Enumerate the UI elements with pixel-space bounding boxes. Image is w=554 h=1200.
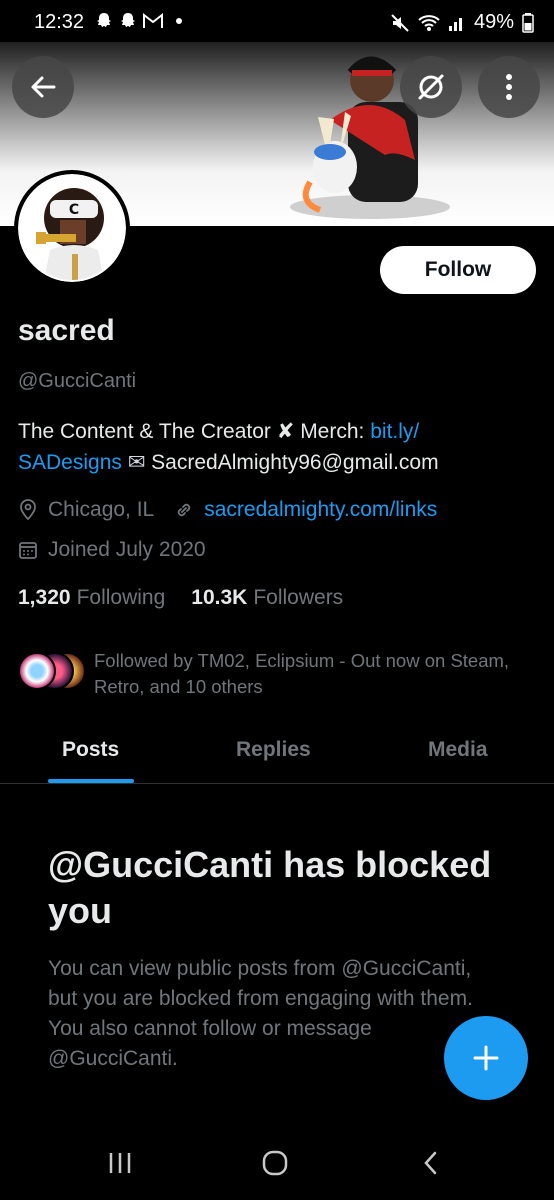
- joined-row: Joined July 2020: [18, 538, 206, 562]
- following-count-link[interactable]: 1,320 Following: [18, 586, 165, 610]
- followers-count: 10.3K: [191, 586, 248, 609]
- following-label: Following: [76, 586, 166, 609]
- location-website-row: Chicago, IL sacredalmighty.com/links: [18, 498, 437, 522]
- followed-by-row[interactable]: Followed by TM02, Eclipsium - Out now on…: [18, 648, 538, 704]
- home-button[interactable]: [260, 1148, 290, 1178]
- system-icons: 49%: [390, 11, 534, 34]
- svg-text:C: C: [69, 202, 79, 218]
- bio-email: SacredAlmighty96@gmail.com: [145, 451, 439, 474]
- system-navigation-bar: [0, 1128, 554, 1200]
- link-icon: [174, 500, 194, 520]
- bio-text: The Content & The Creator: [18, 420, 277, 443]
- arrow-left-icon: [31, 76, 56, 98]
- snapchat-icon: [121, 13, 135, 27]
- signal-icon: [448, 17, 462, 31]
- follow-counts: 1,320 Following 10.3K Followers: [18, 586, 343, 610]
- battery-percent: 49%: [473, 11, 514, 33]
- followed-by-text: Followed by TM02, Eclipsium - Out now on…: [94, 650, 510, 697]
- home-icon: [262, 1150, 288, 1176]
- status-bar: 12:32 49%: [0, 0, 554, 42]
- tab-posts[interactable]: Posts: [62, 738, 119, 762]
- follower-avatar: [18, 652, 56, 690]
- website-link[interactable]: sacredalmighty.com/links: [204, 498, 437, 522]
- bio-link-part2: SADesigns: [18, 451, 122, 474]
- location-pin-icon: [18, 499, 38, 521]
- tab-replies[interactable]: Replies: [236, 738, 311, 762]
- status-time: 12:32: [34, 11, 85, 33]
- bio-merch-text: Merch:: [294, 420, 371, 443]
- followers-count-link[interactable]: 10.3K Followers: [191, 586, 343, 610]
- follow-button[interactable]: Follow: [380, 246, 536, 294]
- grok-button[interactable]: [400, 56, 462, 118]
- bio-link-part1: bit.ly/: [370, 420, 420, 443]
- back-button[interactable]: [12, 56, 74, 118]
- notification-dot: [176, 18, 182, 24]
- tab-media[interactable]: Media: [428, 738, 488, 762]
- compose-button[interactable]: [444, 1016, 528, 1100]
- wifi-icon: [418, 14, 440, 31]
- cross-mark-emoji: ✘: [276, 420, 295, 443]
- followers-label: Followers: [253, 586, 344, 609]
- plus-icon: [473, 1045, 499, 1071]
- more-options-button[interactable]: [478, 56, 540, 118]
- following-count: 1,320: [18, 586, 71, 609]
- joined-text: Joined July 2020: [48, 538, 206, 561]
- profile-avatar[interactable]: C: [14, 170, 130, 286]
- recent-apps-button[interactable]: [106, 1148, 134, 1178]
- more-vertical-icon: [506, 74, 512, 100]
- calendar-icon: [18, 540, 38, 560]
- blocked-message: You can view public posts from @GucciCan…: [48, 957, 473, 1070]
- avatar-image: C: [20, 176, 124, 280]
- envelope-icon: ✉: [127, 451, 146, 474]
- snapchat-icon: [97, 13, 111, 27]
- active-tab-indicator: [48, 779, 134, 783]
- recent-apps-icon: [109, 1153, 131, 1173]
- profile-bio: The Content & The Creator ✘ Merch: bit.l…: [18, 416, 538, 478]
- profile-name: sacred: [18, 314, 115, 347]
- location-text: Chicago, IL: [48, 498, 155, 521]
- followed-by-avatars: [18, 652, 88, 692]
- gmail-icon: [143, 12, 163, 28]
- profile-handle: @GucciCanti: [18, 370, 137, 392]
- mute-icon: [391, 13, 409, 32]
- blocked-title: @GucciCanti has blocked you: [48, 844, 492, 931]
- battery-icon: [522, 12, 534, 33]
- notification-icons: [94, 11, 182, 31]
- back-nav-button[interactable]: [418, 1148, 442, 1178]
- profile-tabs: Posts Replies Media: [0, 724, 554, 784]
- chevron-left-icon: [424, 1151, 437, 1175]
- grok-icon: [418, 74, 444, 100]
